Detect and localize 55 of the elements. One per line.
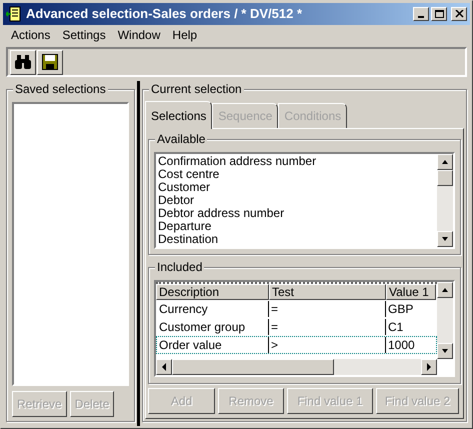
vertical-scrollbar[interactable] (437, 282, 453, 359)
arrow-icon (441, 159, 449, 165)
table-cell-text: GBP (387, 301, 414, 317)
search-button[interactable] (10, 50, 36, 74)
scroll-down-button[interactable] (437, 343, 453, 359)
list-item[interactable]: Debtor (158, 194, 437, 207)
list-item[interactable]: Confirmation address number (158, 155, 437, 168)
table-cell: = (269, 319, 386, 335)
horizontal-scrollbar[interactable] (156, 359, 437, 375)
column-header[interactable]: Test (269, 284, 386, 300)
table-cell-text: C1 (387, 319, 404, 335)
binoculars-icon (14, 54, 32, 70)
list-item[interactable]: Customer (158, 181, 437, 194)
column-header[interactable]: Description (156, 284, 269, 300)
menu-item[interactable]: Settings (56, 26, 112, 44)
arrow-icon (441, 348, 449, 354)
menu-item[interactable]: Window (112, 26, 166, 44)
list-item[interactable]: Destination (158, 233, 437, 246)
window-title: Advanced selection-Sales orders / * DV/512 * (26, 5, 304, 24)
table-cell: > (269, 337, 386, 353)
table-row[interactable]: Currency = GBP (156, 300, 437, 318)
table-row[interactable]: Order value > 1000 (156, 336, 437, 354)
close-icon (454, 10, 464, 18)
menu-item[interactable]: Actions (5, 26, 56, 44)
table-cell: = (269, 301, 386, 317)
list-item[interactable]: Debtor address number (158, 207, 437, 220)
scroll-up-button[interactable] (437, 282, 453, 298)
scroll-right-button[interactable] (421, 359, 437, 375)
table-cell-text: 1000 (387, 337, 416, 353)
maximize-button[interactable] (431, 7, 447, 21)
vertical-scrollbar[interactable] (437, 154, 453, 247)
arrow-icon (161, 363, 167, 371)
list-item[interactable]: Departure (158, 220, 437, 233)
scroll-left-button[interactable] (156, 359, 172, 375)
table-row[interactable]: Customer group = C1 (156, 318, 437, 336)
app-icon (6, 6, 22, 22)
arrow-icon (441, 287, 449, 293)
column-header[interactable]: Value 1 (386, 284, 436, 300)
scroll-up-button[interactable] (437, 154, 453, 170)
scroll-down-button[interactable] (437, 231, 453, 247)
table-cell: Customer group (157, 319, 269, 335)
list-item[interactable]: Cost centre (158, 168, 437, 181)
table-cell: Order value (157, 337, 269, 353)
close-button[interactable] (451, 7, 467, 21)
maximize-icon (434, 10, 444, 18)
scroll-thumb[interactable] (172, 359, 334, 375)
saved-selections-list[interactable] (12, 102, 130, 386)
minimize-button[interactable] (413, 7, 429, 21)
table-cell: Currency (157, 301, 269, 317)
tab[interactable]: Selections (145, 101, 212, 129)
arrow-icon (441, 236, 449, 242)
scroll-thumb[interactable] (437, 170, 453, 186)
menu-item[interactable]: Help (166, 26, 204, 44)
arrow-icon (426, 363, 432, 371)
save-button[interactable] (37, 50, 63, 74)
